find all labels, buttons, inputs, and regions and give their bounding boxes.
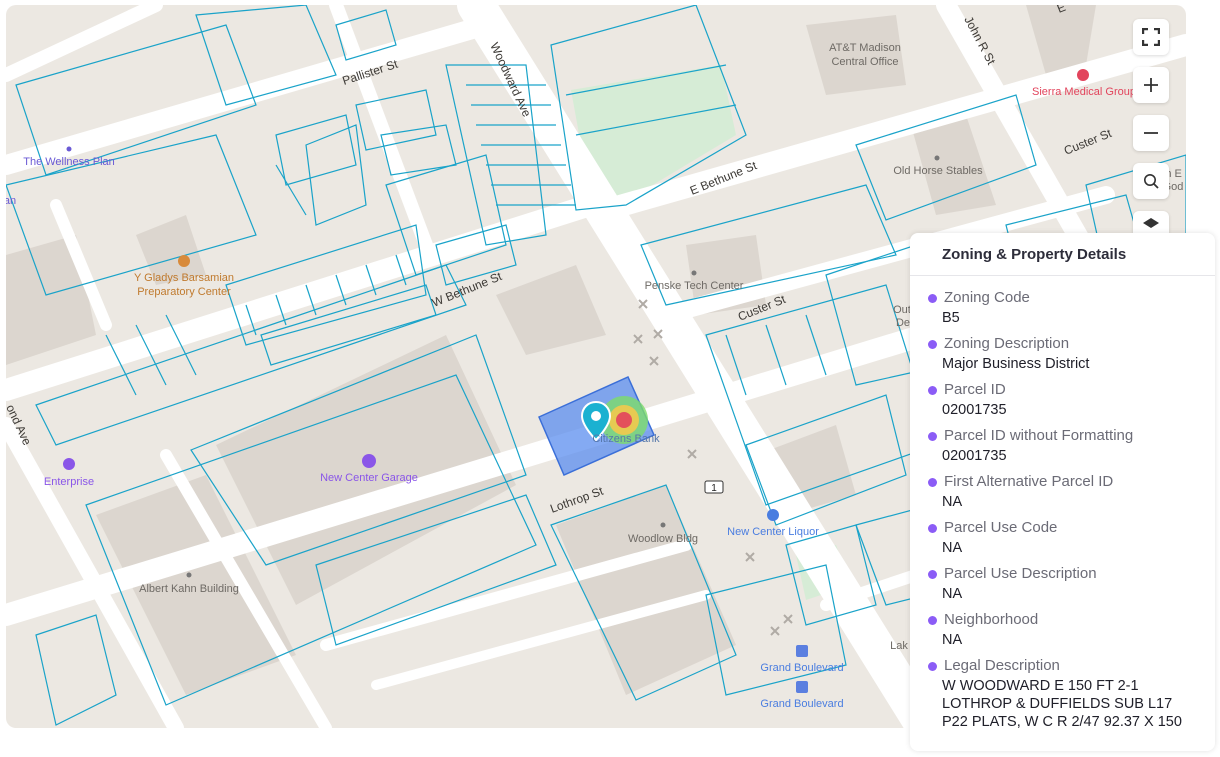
- poi-an: an: [6, 195, 16, 207]
- field-row: Zoning Code B5: [928, 289, 1215, 327]
- bullet-dot-icon: [928, 431, 937, 441]
- bullet-dot-icon: [928, 661, 937, 671]
- street-w-bethune: W Bethune St: [430, 269, 505, 310]
- poi-dot-wellness: [66, 146, 72, 152]
- field-label-row: Legal Description: [928, 657, 1215, 675]
- field-row: First Alternative Parcel ID NA: [928, 473, 1215, 511]
- poi-new-center-liquor: New Center Liquor: [727, 526, 819, 538]
- poi-dot-penske: [691, 270, 697, 276]
- parking-icon[interactable]: [362, 454, 376, 468]
- field-row: Legal Description W WOODWARD E 150 FT 2-1…: [928, 657, 1215, 731]
- field-label: Parcel Use Code: [944, 519, 1058, 536]
- field-value: NA: [942, 494, 963, 510]
- field-row: Parcel ID 02001735: [928, 381, 1215, 419]
- field-label: Neighborhood: [944, 611, 1039, 628]
- poi-grand-blvd-1: Grand Boulevard: [760, 662, 843, 674]
- minus-icon: [1144, 132, 1158, 134]
- field-value: W WOODWARD E 150 FT 2-1 LOTHROP & DUFFIE…: [942, 678, 1182, 730]
- field-label-row: Parcel ID without Formatting: [928, 427, 1215, 445]
- field-row: Zoning Description Major Business Distric…: [928, 335, 1215, 373]
- poi-wellness: The Wellness Plan: [23, 156, 115, 168]
- poi-penske: Penske Tech Center: [645, 280, 744, 292]
- poi-new-center-garage: New Center Garage: [320, 472, 418, 484]
- poi-dot-albert-kahn: [186, 572, 192, 578]
- field-label: First Alternative Parcel ID: [944, 473, 1114, 490]
- poi-enterprise: Enterprise: [44, 476, 94, 488]
- poi-woodlow: Woodlow Bldg: [628, 533, 698, 545]
- store-icon[interactable]: [767, 509, 779, 521]
- field-row: Parcel Use Code NA: [928, 519, 1215, 557]
- fullscreen-button[interactable]: [1133, 19, 1169, 55]
- bullet-dot-icon: [928, 385, 937, 395]
- layers-icon: [1143, 218, 1159, 228]
- field-value: NA: [942, 632, 963, 648]
- heat-core: [616, 412, 632, 428]
- street-custer-upper: Custer St: [1062, 126, 1114, 158]
- field-label: Parcel Use Description: [944, 565, 1097, 582]
- field-label: Zoning Description: [944, 335, 1070, 352]
- poi-dot-woodlow: [660, 522, 666, 528]
- school-icon[interactable]: [178, 255, 190, 267]
- fullscreen-icon: [1142, 28, 1160, 46]
- bullet-dot-icon: [928, 615, 937, 625]
- field-label: Legal Description: [944, 657, 1060, 674]
- field-value: B5: [942, 310, 960, 326]
- poi-att: AT&T Madison: [829, 42, 901, 54]
- field-row: Parcel Use Description NA: [928, 565, 1215, 603]
- medical-icon[interactable]: [1077, 69, 1089, 81]
- field-label-row: Neighborhood: [928, 611, 1215, 629]
- field-value: NA: [942, 586, 963, 602]
- zoning-details-panel: Zoning & Property Details Zoning Code B5 Z…: [910, 233, 1215, 751]
- bullet-dot-icon: [928, 569, 937, 579]
- field-label: Parcel ID: [944, 381, 1006, 398]
- field-label-row: Parcel Use Description: [928, 565, 1215, 583]
- poi-gladys-2: Preparatory Center: [137, 286, 231, 298]
- poi-lak: Lak: [890, 640, 908, 652]
- poi-out: Out: [893, 304, 911, 316]
- zoom-out-button[interactable]: [1133, 115, 1169, 151]
- poi-dot-old-horse: [934, 155, 940, 161]
- poi-grand-blvd-2: Grand Boulevard: [760, 698, 843, 710]
- car-rental-icon[interactable]: [63, 458, 75, 470]
- layers-button[interactable]: [1133, 211, 1169, 233]
- bullet-dot-icon: [928, 293, 937, 303]
- field-list: Zoning Code B5 Zoning Description Major Bus…: [910, 276, 1215, 731]
- field-label-row: Parcel Use Code: [928, 519, 1215, 537]
- poi-old-horse: Old Horse Stables: [893, 165, 983, 177]
- field-value: NA: [942, 540, 963, 556]
- svg-text:1: 1: [711, 483, 717, 494]
- panel-title: Zoning & Property Details: [910, 233, 1215, 276]
- route-shield: 1: [704, 480, 724, 494]
- search-icon: [1144, 174, 1159, 189]
- field-value: Major Business District: [942, 356, 1090, 372]
- field-label: Parcel ID without Formatting: [944, 427, 1134, 444]
- poi-citizens: Citizens Bank: [592, 433, 660, 445]
- poi-sierra: Sierra Medical Group: [1032, 86, 1136, 98]
- plus-icon: [1144, 78, 1158, 92]
- bullet-dot-icon: [928, 477, 937, 487]
- bullet-dot-icon: [928, 523, 937, 533]
- poi-albert-kahn: Albert Kahn Building: [139, 583, 239, 595]
- zoom-in-button[interactable]: [1133, 67, 1169, 103]
- field-label-row: Zoning Description: [928, 335, 1215, 353]
- search-button[interactable]: [1133, 163, 1169, 199]
- field-row: Neighborhood NA: [928, 611, 1215, 649]
- field-value: 02001735: [942, 402, 1007, 418]
- field-label-row: Zoning Code: [928, 289, 1215, 307]
- field-row: Parcel ID without Formatting 02001735: [928, 427, 1215, 465]
- field-label-row: Parcel ID: [928, 381, 1215, 399]
- transit-icon-2[interactable]: [796, 681, 808, 693]
- poi-att-2: Central Office: [831, 56, 898, 68]
- field-label: Zoning Code: [944, 289, 1030, 306]
- poi-gladys-1: Y Gladys Barsamian: [134, 272, 234, 284]
- transit-icon-1[interactable]: [796, 645, 808, 657]
- poi-de: De: [896, 317, 910, 329]
- bullet-dot-icon: [928, 339, 937, 349]
- field-label-row: First Alternative Parcel ID: [928, 473, 1215, 491]
- field-value: 02001735: [942, 448, 1007, 464]
